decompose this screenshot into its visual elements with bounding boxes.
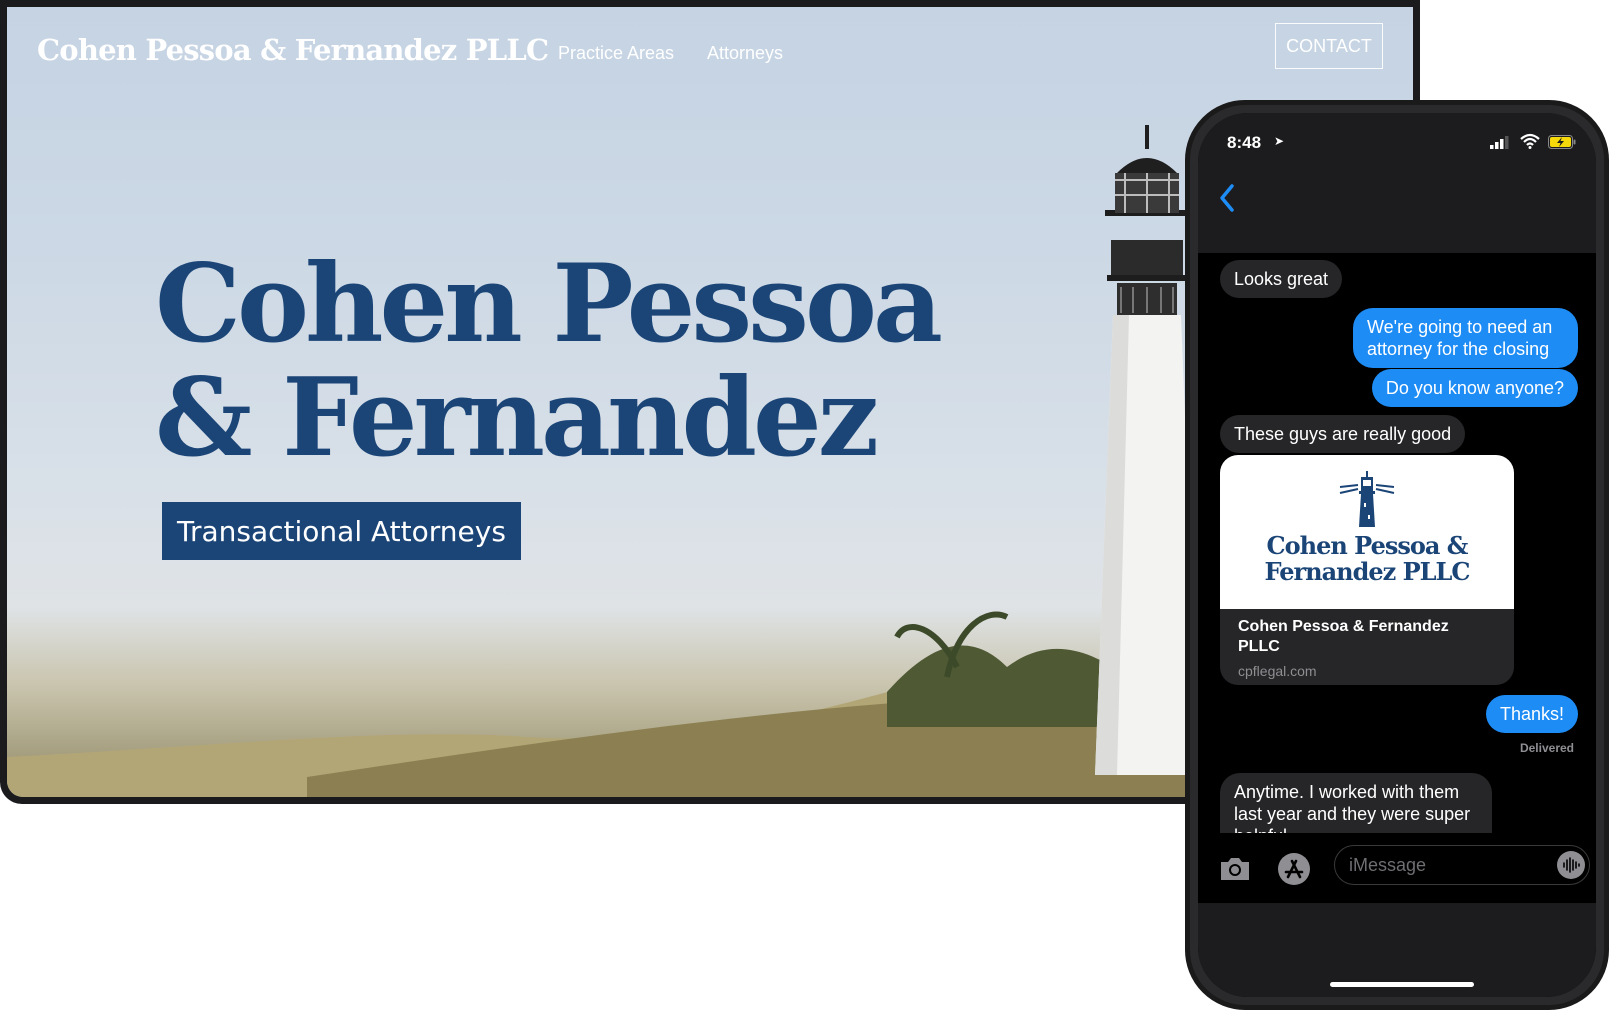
link-preview-logo: Cohen Pessoa & Fernandez PLLC bbox=[1220, 533, 1514, 585]
link-preview-title: Cohen Pessoa & Fernandez PLLC bbox=[1238, 618, 1449, 655]
link-preview-logo-line2: Fernandez PLLC bbox=[1264, 557, 1470, 586]
link-preview-card[interactable]: Cohen Pessoa & Fernandez PLLC Cohen Pess… bbox=[1220, 455, 1514, 685]
lighthouse-logo-icon bbox=[1339, 471, 1395, 527]
link-preview-url: cpflegal.com bbox=[1238, 663, 1317, 679]
camera-icon[interactable] bbox=[1218, 855, 1252, 883]
link-preview-image: Cohen Pessoa & Fernandez PLLC bbox=[1220, 455, 1514, 609]
site-logo[interactable]: Cohen Pessoa & Fernandez PLLC bbox=[37, 33, 549, 67]
imessage-input[interactable] bbox=[1334, 845, 1590, 885]
hero-title-line2: & Fernandez bbox=[155, 355, 879, 481]
message-bubble-incoming: These guys are really good bbox=[1220, 415, 1466, 453]
app-store-icon[interactable] bbox=[1276, 851, 1312, 887]
back-chevron-icon[interactable] bbox=[1218, 183, 1236, 213]
message-bubble-incoming: Looks great bbox=[1220, 260, 1343, 298]
hero-title-line1: Cohen Pessoa bbox=[155, 241, 943, 367]
nav-practice-areas[interactable]: Practice Areas bbox=[558, 43, 674, 64]
link-preview-logo-line1: Cohen Pessoa & bbox=[1266, 531, 1469, 560]
keyboard-area bbox=[1198, 903, 1596, 997]
status-bar: 8:48 ➤ bbox=[1198, 113, 1596, 253]
contact-button[interactable]: CONTACT bbox=[1275, 23, 1383, 69]
hero-badge: Transactional Attorneys bbox=[162, 502, 521, 560]
nav-attorneys[interactable]: Attorneys bbox=[707, 43, 783, 64]
phone-frame: 8:48 ➤ Looks great We're going to need a… bbox=[1185, 100, 1609, 1010]
signal-icon bbox=[1490, 136, 1509, 149]
home-indicator[interactable] bbox=[1330, 982, 1474, 987]
message-bubble-outgoing: Do you know anyone? bbox=[1371, 369, 1578, 407]
audio-message-icon[interactable] bbox=[1556, 850, 1586, 880]
location-arrow-icon: ➤ bbox=[1274, 134, 1285, 148]
delivered-status: Delivered bbox=[1519, 741, 1574, 755]
message-bubble-outgoing: Thanks! bbox=[1485, 695, 1578, 733]
status-time: 8:48 bbox=[1227, 133, 1262, 152]
message-bubble-outgoing: We're going to need an attorney for the … bbox=[1353, 308, 1578, 368]
hero-title: Cohen Pessoa & Fernandez bbox=[155, 247, 975, 475]
message-input-bar bbox=[1198, 833, 1596, 903]
wifi-icon bbox=[1520, 133, 1540, 149]
battery-charging-icon bbox=[1548, 135, 1576, 149]
imessage-screen: 8:48 ➤ Looks great We're going to need a… bbox=[1198, 113, 1596, 997]
site-navigation: Cohen Pessoa & Fernandez PLLC Practice A… bbox=[7, 7, 1413, 97]
